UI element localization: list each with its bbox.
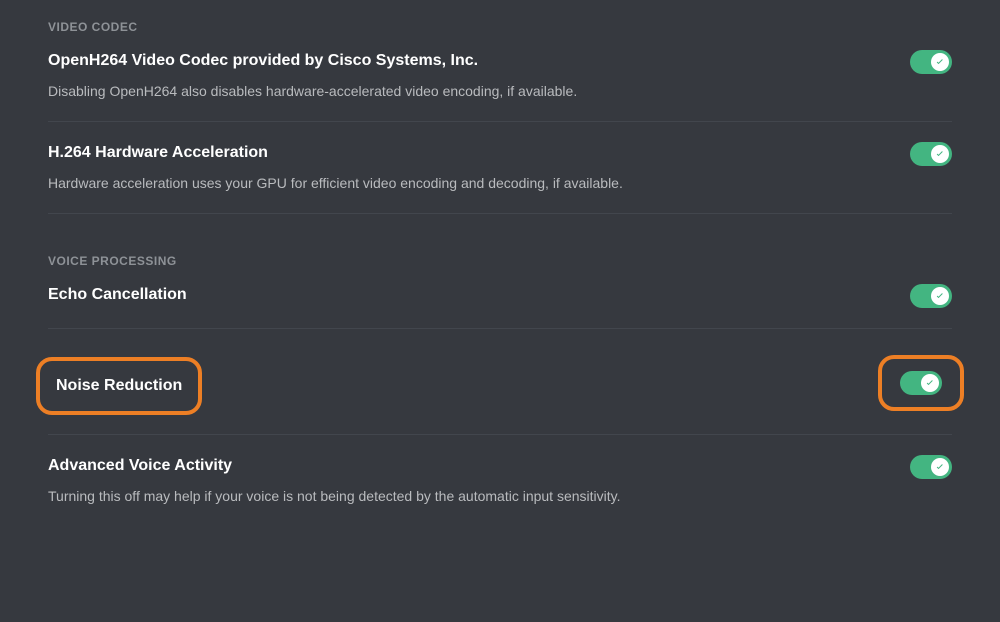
section-header-voice-processing: VOICE PROCESSING <box>48 254 952 268</box>
setting-title-h264-hw: H.264 Hardware Acceleration <box>48 142 886 164</box>
check-icon <box>934 148 946 160</box>
divider <box>48 434 952 435</box>
setting-row-echo-cancellation: Echo Cancellation <box>48 284 952 328</box>
setting-text: OpenH264 Video Codec provided by Cisco S… <box>48 50 910 101</box>
setting-text: Advanced Voice Activity Turning this off… <box>48 455 910 506</box>
check-icon <box>934 461 946 473</box>
toggle-knob <box>931 53 949 71</box>
setting-text: H.264 Hardware Acceleration Hardware acc… <box>48 142 910 193</box>
check-icon <box>934 290 946 302</box>
divider <box>48 213 952 214</box>
toggle-knob <box>931 145 949 163</box>
toggle-openh264[interactable] <box>910 50 952 74</box>
divider <box>48 328 952 329</box>
setting-desc-openh264: Disabling OpenH264 also disables hardwar… <box>48 82 886 102</box>
toggle-knob <box>931 287 949 305</box>
toggle-knob <box>921 374 939 392</box>
setting-title-openh264: OpenH264 Video Codec provided by Cisco S… <box>48 50 886 72</box>
toggle-echo-cancellation[interactable] <box>910 284 952 308</box>
toggle-advanced-voice-activity[interactable] <box>910 455 952 479</box>
toggle-knob <box>931 458 949 476</box>
divider <box>48 121 952 122</box>
setting-desc-advanced-voice-activity: Turning this off may help if your voice … <box>48 487 886 507</box>
setting-row-openh264: OpenH264 Video Codec provided by Cisco S… <box>48 50 952 121</box>
check-icon <box>934 56 946 68</box>
setting-title-echo-cancellation: Echo Cancellation <box>48 284 886 306</box>
toggle-h264-hw[interactable] <box>910 142 952 166</box>
toggle-noise-reduction[interactable] <box>900 371 942 395</box>
setting-desc-h264-hw: Hardware acceleration uses your GPU for … <box>48 174 886 194</box>
setting-text: Echo Cancellation <box>48 284 910 306</box>
setting-title-noise-reduction: Noise Reduction <box>56 375 182 397</box>
setting-title-advanced-voice-activity: Advanced Voice Activity <box>48 455 886 477</box>
highlight-box-label: Noise Reduction <box>36 357 202 415</box>
check-icon <box>924 377 936 389</box>
section-header-video-codec: VIDEO CODEC <box>48 20 952 34</box>
setting-row-advanced-voice-activity: Advanced Voice Activity Turning this off… <box>48 455 952 526</box>
setting-row-h264-hw: H.264 Hardware Acceleration Hardware acc… <box>48 142 952 213</box>
setting-row-noise-reduction: Noise Reduction <box>48 349 952 434</box>
highlight-box-toggle <box>878 355 964 411</box>
